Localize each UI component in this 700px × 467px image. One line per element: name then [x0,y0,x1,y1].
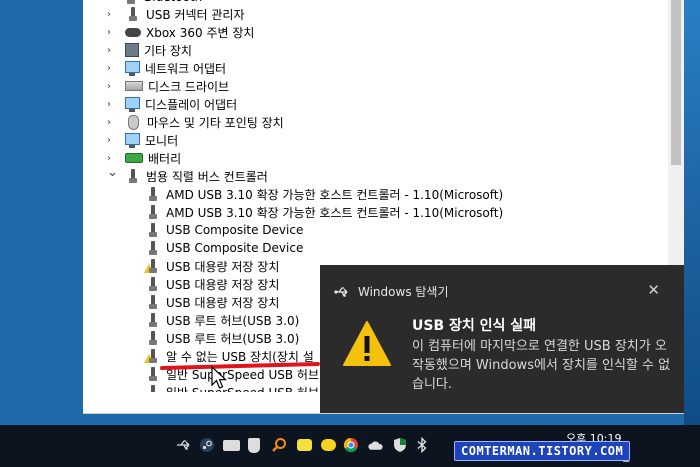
tree-category-label: Xbox 360 주변 장치 [146,25,255,40]
mouse-cursor-icon [211,366,228,389]
warning-badge-icon [144,264,154,273]
onedrive-icon[interactable] [367,437,383,453]
close-icon[interactable]: ✕ [647,281,660,299]
mouse-icon [128,114,139,130]
usb-icon [334,286,348,297]
tree-device-label: USB 대용량 저장 장치 [166,277,280,292]
kakaotalk-icon[interactable] [296,437,312,453]
chrome-icon[interactable] [343,437,359,453]
usb-device-icon [144,258,161,274]
usb-device-icon [145,204,161,220]
usb-controller-icon [125,168,141,184]
tree-device-label: USB 루트 허브(USB 3.0) [166,313,300,328]
tree-device-item[interactable]: USB 대용량 저장 장치 [145,275,279,293]
chat-icon[interactable] [320,437,336,453]
toast-notification[interactable]: Windows 탐색기 ✕ USB 장치 인식 실패 이 컴퓨터에 마지막으로 … [320,265,684,413]
tree-device-label: AMD USB 3.10 확장 가능한 호스트 컨트롤러 - 1.10(Micr… [166,187,504,202]
tree-category[interactable]: 마우스 및 기타 포인팅 장치 [125,113,284,131]
tree-category[interactable]: 디스플레이 어댑터 [125,95,237,113]
site-watermark: COMTERMAN.TISTORY.COM [454,441,631,461]
tree-device-item[interactable]: USB 대용량 저장 장치 [145,293,279,311]
monitor-icon [125,132,140,148]
usb-device-icon [145,384,161,392]
chevron-down-icon[interactable]: ⌄ [107,163,118,181]
usb-device-icon [145,222,161,238]
usb-device-icon [145,366,161,382]
battery-icon [125,153,143,163]
network-adapter-icon [125,60,140,76]
usb-device-icon [145,240,161,256]
usb-eject-icon[interactable] [176,437,192,453]
usb-device-icon [145,294,161,310]
tree-category[interactable]: 네트워크 어댑터 [125,59,226,77]
chevron-right-icon[interactable]: › [107,113,117,131]
toast-message: 이 컴퓨터에 마지막으로 연결한 USB 장치가 오작동했으며 Windows에… [412,339,671,392]
tree-category-label: USB 커넥터 관리자 [146,7,245,22]
tree-category-label: 디스플레이 어댑터 [145,97,238,112]
tree-category[interactable]: 범용 직렬 버스 컨트롤러 [125,167,268,185]
usb-connector-icon [125,6,141,22]
tree-device-label: USB Composite Device [166,241,304,255]
tree-category-label: 디스크 드라이브 [148,79,230,94]
chevron-right-icon[interactable]: › [107,5,117,23]
usb-device-icon [145,276,161,292]
tree-device-item[interactable]: USB 대용량 저장 장치 [144,257,280,275]
chevron-right-icon[interactable]: › [107,95,117,113]
toast-title: USB 장치 인식 실패 [412,318,537,334]
usb-device-icon [145,312,161,328]
steam-icon[interactable] [199,437,215,453]
tree-category[interactable]: 기타 장치 [125,41,192,59]
tree-device-item[interactable]: USB 루트 허브(USB 3.0) [145,329,299,347]
toast-app-name: Windows 탐색기 [358,285,449,299]
tree-category-label: 네트워크 어댑터 [145,61,227,76]
tree-device-item[interactable]: USB 루트 허브(USB 3.0) [145,311,299,329]
tree-device-label: USB 대용량 저장 장치 [166,295,280,310]
tree-device-item[interactable]: AMD USB 3.10 확장 가능한 호스트 컨트롤러 - 1.10(Micr… [145,203,503,221]
tree-category[interactable]: USB 커넥터 관리자 [125,5,245,23]
tree-category[interactable]: 모니터 [125,131,178,149]
search-icon[interactable] [271,437,287,453]
usb-device-icon [145,330,161,346]
desktop-wallpaper [684,0,700,425]
other-device-icon [125,43,139,57]
tree-device-item[interactable]: AMD USB 3.10 확장 가능한 호스트 컨트롤러 - 1.10(Micr… [145,185,503,203]
tree-category[interactable]: 배터리 [125,149,181,167]
wd-icon[interactable] [222,437,240,453]
chevron-right-icon[interactable]: › [107,23,117,41]
chevron-right-icon[interactable]: › [107,41,117,59]
tree-device-label: AMD USB 3.10 확장 가능한 호스트 컨트롤러 - 1.10(Micr… [166,205,504,220]
tree-category-label: 기타 장치 [144,43,192,58]
warning-badge-icon [144,354,154,363]
tree-device-label: USB 대용량 저장 장치 [166,259,280,274]
gamepad-icon [125,27,141,37]
tree-category-label: Bluetooth [144,0,202,4]
chevron-right-icon[interactable]: › [107,59,117,77]
chevron-right-icon[interactable]: › [107,77,117,95]
usb-device-icon [145,186,161,202]
tree-category[interactable]: 디스크 드라이브 [125,77,229,95]
usb-device-icon [144,348,161,364]
disk-drive-icon [125,81,143,91]
tree-category-label: 모니터 [145,133,179,148]
tree-category-label: 배터리 [148,151,182,166]
tree-category-label: 범용 직렬 버스 컨트롤러 [146,169,268,184]
display-adapter-icon [125,96,140,112]
toast-header: Windows 탐색기 [334,283,449,300]
tree-category-label: 마우스 및 기타 포인팅 장치 [147,115,284,130]
tree-category[interactable]: Xbox 360 주변 장치 [125,23,254,41]
tree-device-item[interactable]: USB Composite Device [145,221,303,239]
chevron-right-icon[interactable]: › [107,131,117,149]
scrollbar-thumb[interactable] [671,0,681,165]
warning-icon [343,321,391,366]
tree-device-label: USB Composite Device [166,223,304,237]
bluetooth-icon[interactable] [414,437,430,453]
defender-icon[interactable] [392,437,408,453]
tree-device-label: 일반 SuperSpeed USB 허브 [166,384,319,393]
tree-device-label: USB 루트 허브(USB 3.0) [166,331,300,346]
tree-device-item[interactable]: USB Composite Device [145,239,303,257]
epic-games-icon[interactable] [246,437,262,453]
tree-device-item[interactable]: 일반 SuperSpeed USB 허브 [145,383,319,392]
